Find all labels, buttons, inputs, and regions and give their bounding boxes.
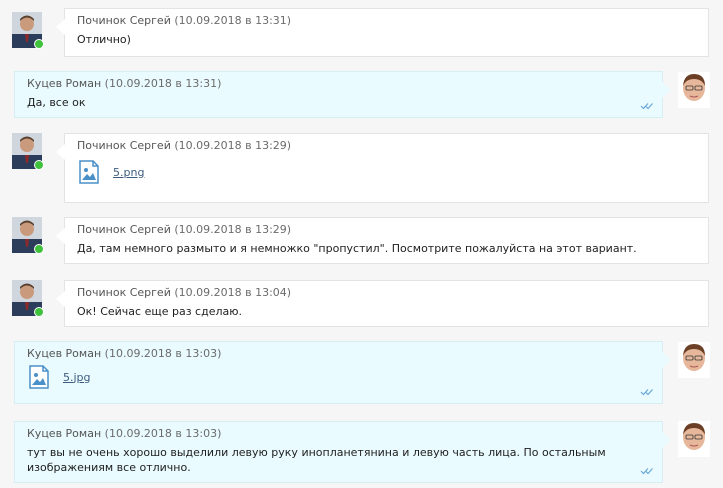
avatar-kutsev[interactable] xyxy=(678,72,710,108)
double-check-icon xyxy=(640,386,654,399)
message-text: Ок! Сейчас еще раз сделаю. xyxy=(77,305,242,318)
message-bubble: Куцев Роман (10.09.2018 в 13:03) тут вы … xyxy=(14,421,671,483)
online-indicator xyxy=(34,307,44,317)
message-time: (10.09.2018 в 13:31) xyxy=(174,14,292,27)
message-bubble: Починок Сергей (10.09.2018 в 13:31) Отли… xyxy=(56,8,709,57)
bubble-tail xyxy=(662,432,671,448)
avatar-image xyxy=(678,72,710,108)
message-time: (10.09.2018 в 13:03) xyxy=(104,347,222,360)
file-attachment[interactable]: 5.jpg xyxy=(27,365,650,389)
bubble-tail xyxy=(662,82,671,98)
avatar-pochinok[interactable] xyxy=(12,133,44,170)
bubble-tail xyxy=(56,228,65,244)
message-author: Починок Сергей xyxy=(77,139,171,152)
avatar-pochinok[interactable] xyxy=(12,12,44,49)
double-check-icon xyxy=(640,465,654,478)
message-bubble: Куцев Роман (10.09.2018 в 13:03) 5.jpg xyxy=(14,341,671,404)
message-author: Починок Сергей xyxy=(77,14,171,27)
avatar-pochinok[interactable] xyxy=(12,217,44,254)
message-bubble: Починок Сергей (10.09.2018 в 13:29) Да, … xyxy=(56,217,709,264)
message-time: (10.09.2018 в 13:31) xyxy=(104,77,222,90)
bubble-tail xyxy=(56,19,65,35)
message-time: (10.09.2018 в 13:29) xyxy=(174,223,292,236)
avatar-image xyxy=(678,421,710,457)
message-bubble: Починок Сергей (10.09.2018 в 13:04) Ок! … xyxy=(56,280,709,327)
avatar-kutsev[interactable] xyxy=(678,421,710,457)
message-text: Отлично) xyxy=(77,33,131,46)
message-author: Починок Сергей xyxy=(77,286,171,299)
avatar-kutsev[interactable] xyxy=(678,342,710,378)
online-indicator xyxy=(34,160,44,170)
message-author: Куцев Роман xyxy=(27,347,102,360)
message-bubble: Куцев Роман (10.09.2018 в 13:31) Да, все… xyxy=(14,71,671,118)
image-file-icon xyxy=(29,365,49,389)
image-file-icon xyxy=(79,160,99,184)
bubble-tail xyxy=(662,352,671,368)
message-text: тут вы не очень хорошо выделили левую ру… xyxy=(27,446,606,474)
file-link[interactable]: 5.jpg xyxy=(63,371,91,384)
avatar-image xyxy=(678,342,710,378)
message-time: (10.09.2018 в 13:04) xyxy=(174,286,292,299)
message-bubble: Починок Сергей (10.09.2018 в 13:29) 5.pn… xyxy=(56,133,709,203)
message-time: (10.09.2018 в 13:29) xyxy=(174,139,292,152)
bubble-tail xyxy=(56,144,65,160)
message-text: Да, все ок xyxy=(27,96,86,109)
online-indicator xyxy=(34,39,44,49)
double-check-icon xyxy=(640,100,654,113)
message-text: Да, там немного размыто и я немножко "пр… xyxy=(77,242,637,255)
message-author: Куцев Роман xyxy=(27,427,102,440)
file-attachment[interactable]: 5.png xyxy=(77,160,696,184)
message-author: Куцев Роман xyxy=(27,77,102,90)
message-time: (10.09.2018 в 13:03) xyxy=(104,427,222,440)
avatar-pochinok[interactable] xyxy=(12,280,44,317)
file-link[interactable]: 5.png xyxy=(113,166,144,179)
online-indicator xyxy=(34,244,44,254)
bubble-tail xyxy=(56,291,65,307)
message-author: Починок Сергей xyxy=(77,223,171,236)
